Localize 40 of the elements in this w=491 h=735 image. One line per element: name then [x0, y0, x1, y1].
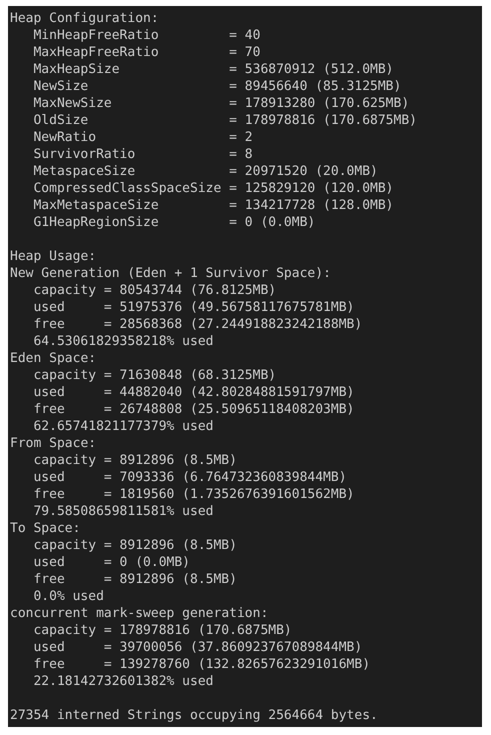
terminal-line: used = 51975376 (49.56758117675781MB): [32, 299, 354, 316]
terminal-line: used = 7093336 (6.764732360839844MB): [32, 469, 347, 486]
section-heading: From Space:: [10, 435, 96, 452]
terminal-line: 64.53061829358218% used: [32, 333, 214, 350]
terminal-line: free = 1819560 (1.7352676391601562MB): [32, 486, 354, 503]
terminal-line: MaxNewSize = 178913280 (170.625MB): [32, 95, 410, 112]
section-heading: Heap Usage:: [10, 248, 96, 265]
terminal-line: MaxMetaspaceSize = 134217728 (128.0MB): [32, 197, 394, 214]
terminal-line: 22.18142732601382% used: [32, 673, 214, 690]
section-heading: New Generation (Eden + 1 Survivor Space):: [10, 265, 331, 282]
section-heading: Eden Space:: [10, 350, 96, 367]
terminal-line: NewRatio = 2: [32, 129, 253, 146]
section-heading: concurrent mark-sweep generation:: [10, 605, 268, 622]
terminal-line: 27354 interned Strings occupying 2564664 bytes.: [10, 707, 378, 724]
terminal-line: CompressedClassSpaceSize = 125829120 (120.0MB): [32, 180, 394, 197]
terminal-line: free = 28568368 (27.244918823242188MB): [32, 316, 362, 333]
terminal-line: MinHeapFreeRatio = 40: [32, 27, 260, 44]
terminal-line: NewSize = 89456640 (85.3125MB): [32, 78, 402, 95]
terminal-line: capacity = 80543744 (76.8125MB): [32, 282, 276, 299]
terminal-line: free = 139278760 (132.82657623291016MB): [32, 656, 370, 673]
terminal-line: MaxHeapFreeRatio = 70: [32, 44, 260, 61]
terminal-line: OldSize = 178978816 (170.6875MB): [32, 112, 417, 129]
terminal-line: SurvivorRatio = 8: [32, 146, 253, 163]
terminal-line: capacity = 71630848 (68.3125MB): [32, 367, 276, 384]
terminal-line: G1HeapRegionSize = 0 (0.0MB): [32, 214, 316, 231]
terminal-line: used = 44882040 (42.80284881591797MB): [32, 384, 354, 401]
terminal-line: free = 8912896 (8.5MB): [32, 571, 237, 588]
terminal-line: 62.65741821177379% used: [32, 418, 214, 435]
section-heading: Heap Configuration:: [10, 10, 159, 27]
terminal-line: MetaspaceSize = 20971520 (20.0MB): [32, 163, 378, 180]
section-heading: To Space:: [10, 520, 80, 537]
terminal-line: 0.0% used: [32, 588, 104, 605]
terminal-line: MaxHeapSize = 536870912 (512.0MB): [32, 61, 394, 78]
terminal-line: used = 39700056 (37.860923767089844MB): [32, 639, 362, 656]
terminal-line: 79.58508659811581% used: [32, 503, 214, 520]
terminal-line: free = 26748808 (25.50965118408203MB): [32, 401, 354, 418]
terminal-line: capacity = 8912896 (8.5MB): [32, 537, 237, 554]
terminal-line: capacity = 8912896 (8.5MB): [32, 452, 237, 469]
terminal-line: capacity = 178978816 (170.6875MB): [32, 622, 292, 639]
terminal-line: used = 0 (0.0MB): [32, 554, 190, 571]
